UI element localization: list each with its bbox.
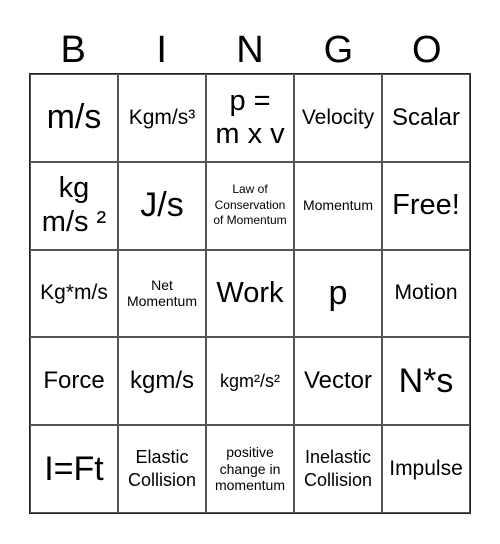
bingo-cell-text: I=Ft <box>44 449 104 488</box>
bingo-cell[interactable]: Law of Conservation of Momentum <box>206 161 294 250</box>
bingo-cell-text: kgm/s <box>129 366 194 394</box>
bingo-cell[interactable]: Impulse <box>382 425 470 513</box>
bingo-cell[interactable]: Velocity <box>294 74 382 162</box>
bingo-cell-text: p = m x v <box>215 84 285 150</box>
bingo-cell-text: Net Momentum <box>126 276 198 310</box>
bingo-cell[interactable]: Vector <box>294 337 382 426</box>
bingo-cell[interactable]: Kg*m/s <box>30 249 118 338</box>
bingo-cell[interactable]: kg m/s ² <box>30 161 118 250</box>
bingo-cell-text: N*s <box>398 361 454 400</box>
bingo-cell[interactable]: Force <box>30 337 118 426</box>
bingo-cell-text: Free! <box>392 189 460 222</box>
bingo-cell[interactable]: Elastic Collision <box>118 425 206 513</box>
bingo-cell[interactable]: N*s <box>382 337 470 426</box>
bingo-cell-text: J/s <box>140 186 184 225</box>
bingo-cell-text: m/s <box>46 98 102 137</box>
header-letter-n: N <box>236 29 264 71</box>
bingo-cell-text: Force <box>43 366 105 394</box>
header-letter-b: B <box>60 29 86 71</box>
bingo-cell-text: Elastic Collision <box>127 446 197 491</box>
bingo-cell-text: Kgm/s³ <box>128 105 196 129</box>
bingo-grid: m/s Kgm/s³ p = m x v Velocity Scalar kg m/s ²… <box>29 73 471 514</box>
bingo-cell-text: Velocity <box>301 105 375 129</box>
bingo-cell[interactable]: kgm/s <box>118 337 206 426</box>
header-letter-o: O <box>412 29 442 71</box>
bingo-cell[interactable]: Scalar <box>382 74 470 162</box>
header-letter-i: I <box>156 29 167 71</box>
bingo-cell-text: positive change in momentum <box>214 443 286 494</box>
bingo-cell-text: Scalar <box>391 103 461 131</box>
bingo-cell[interactable]: J/s <box>118 161 206 250</box>
bingo-cell[interactable]: Net Momentum <box>118 249 206 338</box>
bingo-cell-text: kgm²/s² <box>220 370 280 391</box>
bingo-header: B I N G O <box>29 28 471 72</box>
bingo-cell-text: Law of Conservation of Momentum <box>213 182 287 228</box>
bingo-cell-text: p <box>328 273 348 312</box>
bingo-cell[interactable]: Motion <box>382 249 470 338</box>
bingo-cell[interactable]: p <box>294 249 382 338</box>
bingo-cell[interactable]: Kgm/s³ <box>118 74 206 162</box>
bingo-cell-text: Vector <box>303 366 373 394</box>
bingo-cell-text: Impulse <box>389 457 463 481</box>
bingo-cell[interactable]: Inelastic Collision <box>294 425 382 513</box>
bingo-cell-text: Work <box>216 276 284 309</box>
bingo-cell-text: Kg*m/s <box>40 281 108 305</box>
bingo-cell[interactable]: Momentum <box>294 161 382 250</box>
bingo-cell-text: Momentum <box>302 197 374 214</box>
bingo-cell-text: kg m/s ² <box>41 172 107 238</box>
bingo-cell[interactable]: Free! <box>382 161 470 250</box>
bingo-cell[interactable]: m/s <box>30 74 118 162</box>
header-letter-g: G <box>323 29 354 71</box>
bingo-cell[interactable]: Work <box>206 249 294 338</box>
bingo-cell-text: Motion <box>394 281 458 305</box>
bingo-cell[interactable]: p = m x v <box>206 74 294 162</box>
bingo-cell[interactable]: I=Ft <box>30 425 118 513</box>
bingo-cell[interactable]: kgm²/s² <box>206 337 294 426</box>
bingo-cell[interactable]: positive change in momentum <box>206 425 294 513</box>
bingo-cell-text: Inelastic Collision <box>303 446 373 491</box>
